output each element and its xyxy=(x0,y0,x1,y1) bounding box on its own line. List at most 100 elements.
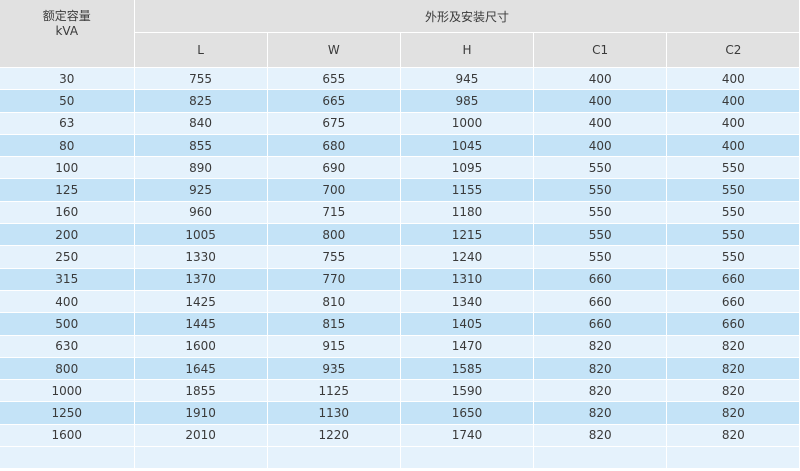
table-row: 30 755 655 945 400 400 xyxy=(0,67,800,91)
column-header-w: W xyxy=(267,32,401,68)
table-cell: 660 xyxy=(666,290,800,314)
table-cell: 820 xyxy=(533,335,668,358)
table-row: 125 925 700 1155 550 550 xyxy=(0,178,800,202)
table-row: 63 840 675 1000 400 400 xyxy=(0,112,800,135)
table-cell: 550 xyxy=(666,223,800,247)
column-header-c2: C2 xyxy=(666,32,800,68)
table-cell: 1220 xyxy=(267,424,401,448)
table-cell: 1405 xyxy=(400,312,535,336)
table-cell: 945 xyxy=(400,67,535,91)
table-cell: 1180 xyxy=(400,201,535,225)
table-cell: 250 xyxy=(0,245,135,269)
empty-cell xyxy=(400,446,535,470)
table-row: 400 1425 810 1340 660 660 xyxy=(0,290,800,314)
rated-capacity-unit: kVA xyxy=(55,24,79,38)
table-cell: 665 xyxy=(267,89,401,113)
table-cell: 1045 xyxy=(400,134,535,158)
table-cell: 30 xyxy=(0,67,135,91)
table-cell: 550 xyxy=(533,245,668,269)
table-row: 1000 1855 1125 1590 820 820 xyxy=(0,379,800,403)
table-cell: 550 xyxy=(666,178,800,202)
table-cell: 715 xyxy=(267,201,401,225)
table-cell: 1645 xyxy=(134,357,268,381)
table-cell: 960 xyxy=(134,201,268,225)
table-row: 1600 2010 1220 1740 820 820 xyxy=(0,424,800,448)
table-row: 80 855 680 1045 400 400 xyxy=(0,134,800,158)
table-row: 160 960 715 1180 550 550 xyxy=(0,201,800,225)
table-cell: 915 xyxy=(267,335,401,358)
table-cell: 315 xyxy=(0,268,135,291)
table-row: 200 1005 800 1215 550 550 xyxy=(0,223,800,247)
table-cell: 1855 xyxy=(134,379,268,403)
empty-cell xyxy=(666,446,800,470)
table-row: 630 1600 915 1470 820 820 xyxy=(0,335,800,358)
table-cell: 400 xyxy=(666,134,800,158)
table-row: 800 1645 935 1585 820 820 xyxy=(0,357,800,381)
table-cell: 125 xyxy=(0,178,135,202)
table-cell: 80 xyxy=(0,134,135,158)
table-cell: 655 xyxy=(267,67,401,91)
table-cell: 820 xyxy=(666,357,800,381)
table-cell: 550 xyxy=(666,201,800,225)
table-cell: 1215 xyxy=(400,223,535,247)
table-cell: 1125 xyxy=(267,379,401,403)
table-cell: 755 xyxy=(134,67,268,91)
table-cell: 200 xyxy=(0,223,135,247)
table-row: 100 890 690 1095 550 550 xyxy=(0,156,800,180)
table-cell: 1095 xyxy=(400,156,535,180)
table-cell: 820 xyxy=(666,401,800,425)
table-cell: 63 xyxy=(0,112,135,135)
table-cell: 755 xyxy=(267,245,401,269)
table-cell: 935 xyxy=(267,357,401,381)
table-cell: 1600 xyxy=(134,335,268,358)
rated-capacity-header: 额定容量 kVA xyxy=(0,0,135,68)
empty-cell xyxy=(134,446,268,470)
table-cell: 400 xyxy=(533,89,668,113)
table-cell: 400 xyxy=(666,112,800,135)
table-cell: 675 xyxy=(267,112,401,135)
table-cell: 1155 xyxy=(400,178,535,202)
table-cell: 550 xyxy=(666,245,800,269)
table-cell: 840 xyxy=(134,112,268,135)
empty-row xyxy=(0,446,800,470)
table-cell: 550 xyxy=(666,156,800,180)
table-cell: 820 xyxy=(666,424,800,448)
table-cell: 1590 xyxy=(400,379,535,403)
table-cell: 820 xyxy=(533,424,668,448)
table-cell: 1000 xyxy=(0,379,135,403)
table-cell: 400 xyxy=(0,290,135,314)
table-cell: 660 xyxy=(533,312,668,336)
table-cell: 50 xyxy=(0,89,135,113)
table-cell: 1340 xyxy=(400,290,535,314)
table-body: 30 755 655 945 400 400 50 825 665 985 400 400 63 840 6… xyxy=(0,67,800,470)
table-cell: 160 xyxy=(0,201,135,225)
table-cell: 890 xyxy=(134,156,268,180)
dimension-table: 额定容量 kVA 外形及安装尺寸 L W H C1 C2 30 755 655 945… xyxy=(0,0,800,470)
table-cell: 770 xyxy=(267,268,401,291)
table-cell: 690 xyxy=(267,156,401,180)
table-cell: 400 xyxy=(533,134,668,158)
table-cell: 1910 xyxy=(134,401,268,425)
table-cell: 2010 xyxy=(134,424,268,448)
table-cell: 820 xyxy=(666,335,800,358)
table-cell: 855 xyxy=(134,134,268,158)
table-row: 250 1330 755 1240 550 550 xyxy=(0,245,800,269)
table-cell: 1740 xyxy=(400,424,535,448)
table-cell: 820 xyxy=(533,379,668,403)
empty-cell xyxy=(267,446,401,470)
table-cell: 660 xyxy=(666,312,800,336)
dimensions-group-header: 外形及安装尺寸 xyxy=(134,0,800,33)
table-cell: 1240 xyxy=(400,245,535,269)
column-header-c1: C1 xyxy=(533,32,668,68)
table-cell: 660 xyxy=(666,268,800,291)
table-cell: 630 xyxy=(0,335,135,358)
table-cell: 400 xyxy=(666,89,800,113)
table-cell: 1130 xyxy=(267,401,401,425)
table-cell: 1370 xyxy=(134,268,268,291)
table-cell: 1250 xyxy=(0,401,135,425)
table-cell: 810 xyxy=(267,290,401,314)
table-cell: 820 xyxy=(533,401,668,425)
table-cell: 660 xyxy=(533,268,668,291)
table-cell: 1330 xyxy=(134,245,268,269)
table-cell: 800 xyxy=(0,357,135,381)
